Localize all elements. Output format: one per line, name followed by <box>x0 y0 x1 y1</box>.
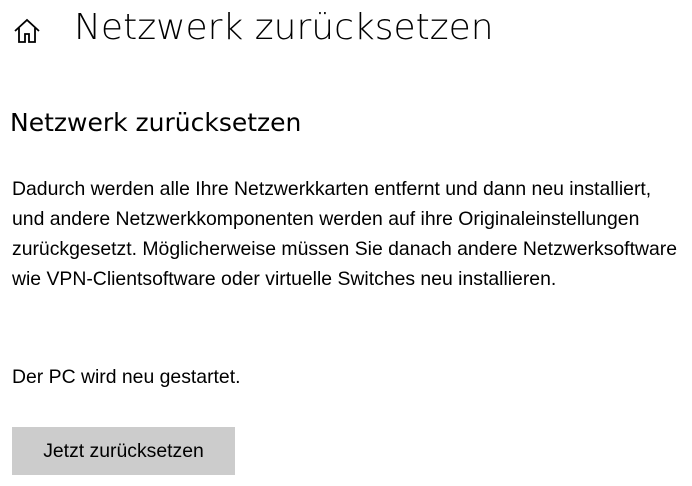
home-icon <box>13 17 41 45</box>
section-title: Netzwerk zurücksetzen <box>10 108 302 137</box>
page-header: Netzwerk zurücksetzen <box>0 0 692 62</box>
page-title: Netzwerk zurücksetzen <box>74 7 494 48</box>
restart-note: Der PC wird neu gestartet. <box>12 366 241 388</box>
description-text: Dadurch werden alle Ihre Netzwerkkarten … <box>12 178 677 290</box>
home-button[interactable] <box>10 14 44 48</box>
reset-now-button[interactable]: Jetzt zurücksetzen <box>12 427 235 475</box>
